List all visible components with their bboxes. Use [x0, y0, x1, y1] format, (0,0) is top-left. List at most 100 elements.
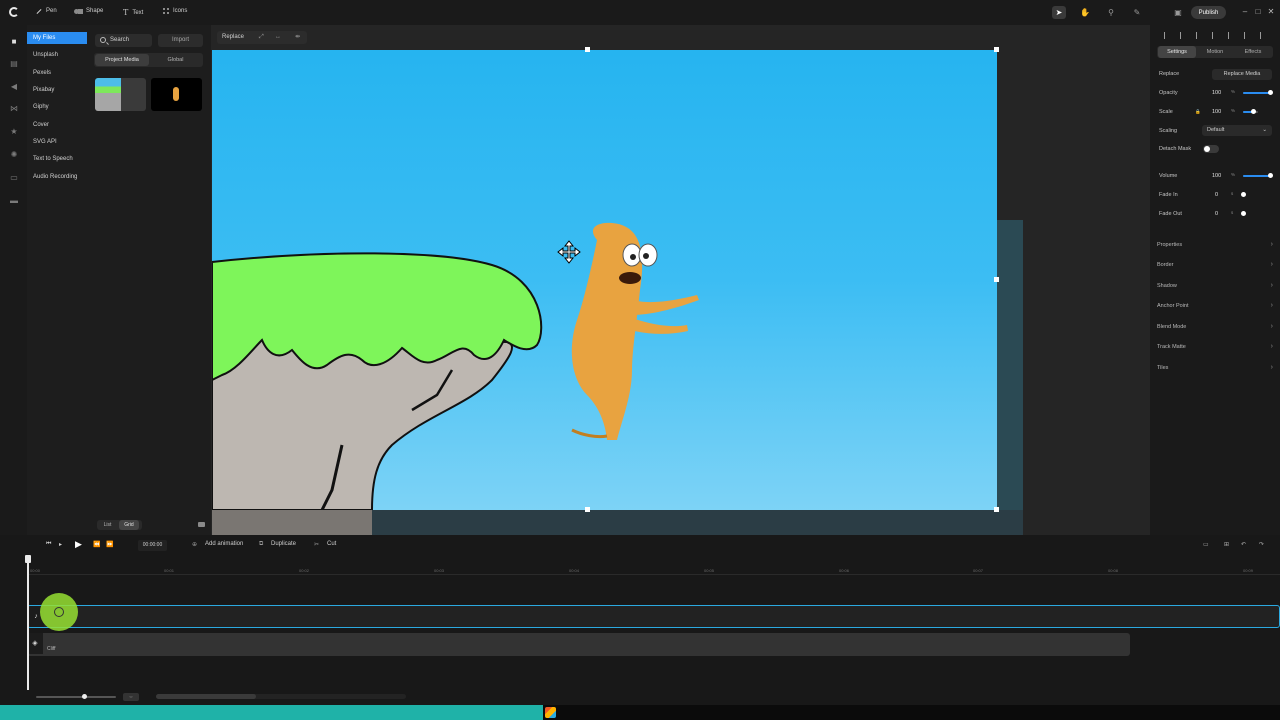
volume-slider[interactable]: [1243, 173, 1273, 178]
section-anchor-point[interactable]: Anchor Point ›: [1157, 300, 1273, 312]
align-left-icon[interactable]: [1164, 32, 1170, 39]
playhead[interactable]: [25, 555, 31, 690]
add-animation-button[interactable]: Add animation: [205, 541, 243, 547]
source-pixabay[interactable]: Pixabay: [27, 84, 87, 96]
fade-out-slider[interactable]: [1241, 211, 1270, 216]
source-svg-api[interactable]: SVG API: [27, 136, 87, 148]
distribute-icon[interactable]: [1260, 32, 1266, 39]
zoom-tool-button[interactable]: ⚲: [1104, 6, 1118, 19]
video-canvas[interactable]: [212, 50, 997, 510]
new-folder-icon[interactable]: [198, 522, 205, 527]
opacity-slider[interactable]: [1243, 90, 1273, 95]
rewind-icon[interactable]: ⏪: [93, 541, 100, 548]
fade-in-slider[interactable]: [1241, 192, 1270, 197]
align-right-icon[interactable]: [1196, 32, 1202, 39]
grid-icon[interactable]: ⊞: [1224, 541, 1229, 548]
resize-handle-top-right[interactable]: [994, 47, 999, 52]
scale-value[interactable]: 100: [1212, 109, 1221, 115]
hand-tool-button[interactable]: ✋: [1078, 6, 1092, 19]
pen-tool-button[interactable]: Pen: [36, 8, 57, 14]
source-unsplash[interactable]: Unsplash: [27, 49, 87, 61]
select-tool-button[interactable]: ➤: [1052, 6, 1066, 19]
media-thumbnail-cliff[interactable]: [95, 78, 146, 111]
opacity-value[interactable]: 100: [1212, 90, 1221, 96]
duplicate-button[interactable]: Duplicate: [271, 541, 296, 547]
timecode-display[interactable]: 00:00:00: [138, 540, 167, 551]
folder-icon[interactable]: ■: [10, 38, 18, 46]
zoom-fit-button[interactable]: ⇔: [123, 693, 139, 701]
close-icon[interactable]: ✕: [1267, 7, 1275, 17]
media-search-input[interactable]: Search: [95, 34, 152, 47]
skip-start-icon[interactable]: ⏮: [46, 541, 51, 548]
cut-button[interactable]: Cut: [327, 541, 336, 547]
app-taskbar-icon[interactable]: [545, 707, 556, 718]
undo-icon[interactable]: ↶: [1241, 541, 1246, 548]
fast-forward-icon[interactable]: ⏩: [106, 541, 113, 548]
scale-slider[interactable]: [1243, 109, 1258, 114]
view-list-button[interactable]: List: [97, 520, 118, 530]
resize-handle-bottom[interactable]: [585, 507, 590, 512]
save-button[interactable]: ▣: [1171, 6, 1185, 19]
expand-icon[interactable]: ⤢: [259, 31, 264, 44]
source-audio-recording[interactable]: Audio Recording: [27, 171, 87, 183]
redo-icon[interactable]: ↷: [1259, 541, 1264, 548]
tab-effects[interactable]: Effects: [1234, 46, 1272, 58]
timeline-track-cliff[interactable]: ◈ Cliff: [27, 633, 1130, 656]
view-grid-button[interactable]: Grid: [119, 520, 139, 530]
scaling-select[interactable]: Default ⌄: [1202, 125, 1272, 136]
layers-icon[interactable]: ▬: [10, 197, 18, 205]
align-top-icon[interactable]: [1212, 32, 1218, 39]
replace-button[interactable]: Replace: [222, 31, 244, 44]
source-giphy[interactable]: Giphy: [27, 101, 87, 113]
section-properties[interactable]: Properties ›: [1157, 239, 1273, 251]
align-bottom-icon[interactable]: [1244, 32, 1250, 39]
resize-handle-top[interactable]: [585, 47, 590, 52]
align-middle-icon[interactable]: [1228, 32, 1234, 39]
source-text-to-speech[interactable]: Text to Speech: [27, 153, 87, 165]
ruler-tool-button[interactable]: ✎: [1130, 6, 1144, 19]
star-icon[interactable]: ★: [10, 128, 18, 136]
media-thumbnail-character[interactable]: [151, 78, 202, 111]
icons-tool-button[interactable]: Icons: [163, 8, 187, 14]
maximize-icon[interactable]: □: [1254, 7, 1262, 17]
tab-motion[interactable]: Motion: [1196, 46, 1234, 58]
resize-handle-right[interactable]: [994, 277, 999, 282]
fit-icon[interactable]: ⇹: [295, 31, 300, 44]
flip-icon[interactable]: ↔: [275, 31, 281, 44]
section-border[interactable]: Border ›: [1157, 259, 1273, 271]
publish-button[interactable]: Publish: [1191, 6, 1226, 19]
video-icon[interactable]: ▭: [10, 174, 18, 182]
tab-settings[interactable]: Settings: [1158, 46, 1196, 58]
section-tiles[interactable]: Tiles ›: [1157, 362, 1273, 374]
timeline-zoom-slider[interactable]: [36, 694, 116, 699]
audio-icon[interactable]: ◀: [10, 83, 18, 91]
fade-out-value[interactable]: 0: [1215, 211, 1218, 217]
import-button[interactable]: Import: [158, 34, 203, 47]
volume-value[interactable]: 100: [1212, 173, 1221, 179]
section-track-matte[interactable]: Track Matte ›: [1157, 341, 1273, 353]
captions-icon[interactable]: ▭: [1203, 541, 1209, 548]
play-button[interactable]: ▶: [75, 539, 82, 550]
source-my-files[interactable]: My Files: [27, 32, 87, 44]
tab-global[interactable]: Global: [149, 54, 202, 66]
source-pexels[interactable]: Pexels: [27, 67, 87, 79]
align-center-h-icon[interactable]: [1180, 32, 1186, 39]
timeline-track-character[interactable]: ♪: [27, 605, 1280, 628]
replace-media-button[interactable]: Replace Media: [1212, 69, 1272, 80]
settings-icon[interactable]: ✺: [10, 151, 18, 159]
shape-tool-button[interactable]: Shape: [74, 8, 103, 14]
text-tool-button[interactable]: T Text: [123, 8, 143, 17]
transition-icon[interactable]: ⋈: [10, 105, 18, 113]
detach-mask-toggle[interactable]: [1203, 145, 1219, 153]
minimize-icon[interactable]: –: [1241, 7, 1249, 17]
fade-in-value[interactable]: 0: [1215, 192, 1218, 198]
document-icon[interactable]: ▤: [10, 60, 18, 68]
step-forward-icon[interactable]: ▸: [59, 541, 62, 548]
section-shadow[interactable]: Shadow ›: [1157, 280, 1273, 292]
timeline-ruler[interactable]: 00:00 00:01 00:02 00:03 00:04 00:05 00:0…: [27, 563, 1280, 575]
section-blend-mode[interactable]: Blend Mode ›: [1157, 321, 1273, 333]
tab-project-media[interactable]: Project Media: [95, 54, 149, 66]
timeline-scrollbar[interactable]: [156, 694, 406, 699]
lock-icon[interactable]: 🔒: [1195, 109, 1201, 115]
source-cover[interactable]: Cover: [27, 119, 87, 131]
